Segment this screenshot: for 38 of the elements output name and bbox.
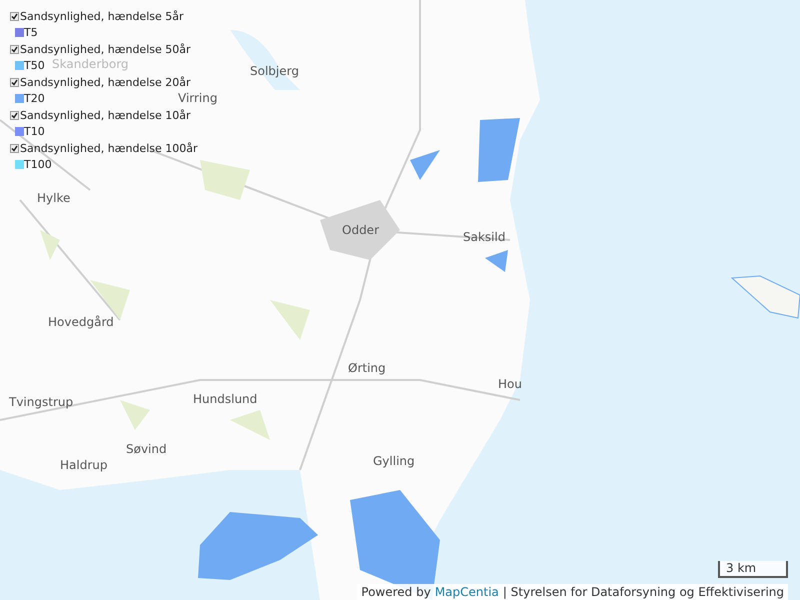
layer-checkbox[interactable]: [10, 78, 19, 87]
place-label: Skanderborg: [52, 56, 129, 73]
place-label: Solbjerg: [250, 63, 299, 80]
layer-checkbox[interactable]: [10, 45, 19, 54]
layer-checkbox[interactable]: [10, 12, 19, 21]
legend-code: T50: [24, 59, 45, 72]
layer-checkbox[interactable]: [10, 144, 19, 153]
layer-label: Sandsynlighed, hændelse 50år: [20, 43, 191, 56]
legend-code: T10: [24, 125, 45, 138]
place-label: Saksild: [463, 229, 506, 246]
place-label: Hovedgård: [48, 314, 114, 331]
checkmark-icon: [11, 13, 18, 20]
legend-code: T20: [24, 92, 45, 105]
place-label: Hundslund: [193, 391, 258, 408]
place-label: Ørting: [348, 360, 386, 377]
layer-label: Sandsynlighed, hændelse 10år: [20, 109, 191, 122]
place-label: Tvingstrup: [9, 394, 74, 411]
layer-checkbox[interactable]: [10, 111, 19, 120]
scale-bar: 3 km: [718, 561, 788, 578]
legend-code: T100: [24, 158, 52, 171]
checkmark-icon: [11, 112, 18, 119]
checkmark-icon: [11, 79, 18, 86]
checkmark-icon: [11, 145, 18, 152]
place-label: Hou: [498, 376, 522, 393]
place-label: Haldrup: [60, 457, 108, 474]
layer-label: Sandsynlighed, hændelse 20år: [20, 76, 191, 89]
layer-label: Sandsynlighed, hændelse 100år: [20, 142, 198, 155]
mapcentia-link[interactable]: MapCentia: [434, 584, 499, 600]
place-label: Virring: [178, 90, 218, 107]
layer-label: Sandsynlighed, hændelse 5år: [20, 10, 184, 23]
attribution-text: | Styrelsen for Dataforsyning og Effektivisering: [502, 584, 784, 600]
attribution-text: Powered by: [361, 584, 431, 600]
legend-code: T5: [24, 26, 38, 39]
place-label: Odder: [342, 222, 379, 239]
place-label: Søvind: [126, 441, 167, 458]
checkmark-icon: [11, 46, 18, 53]
place-label: Gylling: [373, 453, 415, 470]
place-label: Hylke: [37, 190, 70, 207]
